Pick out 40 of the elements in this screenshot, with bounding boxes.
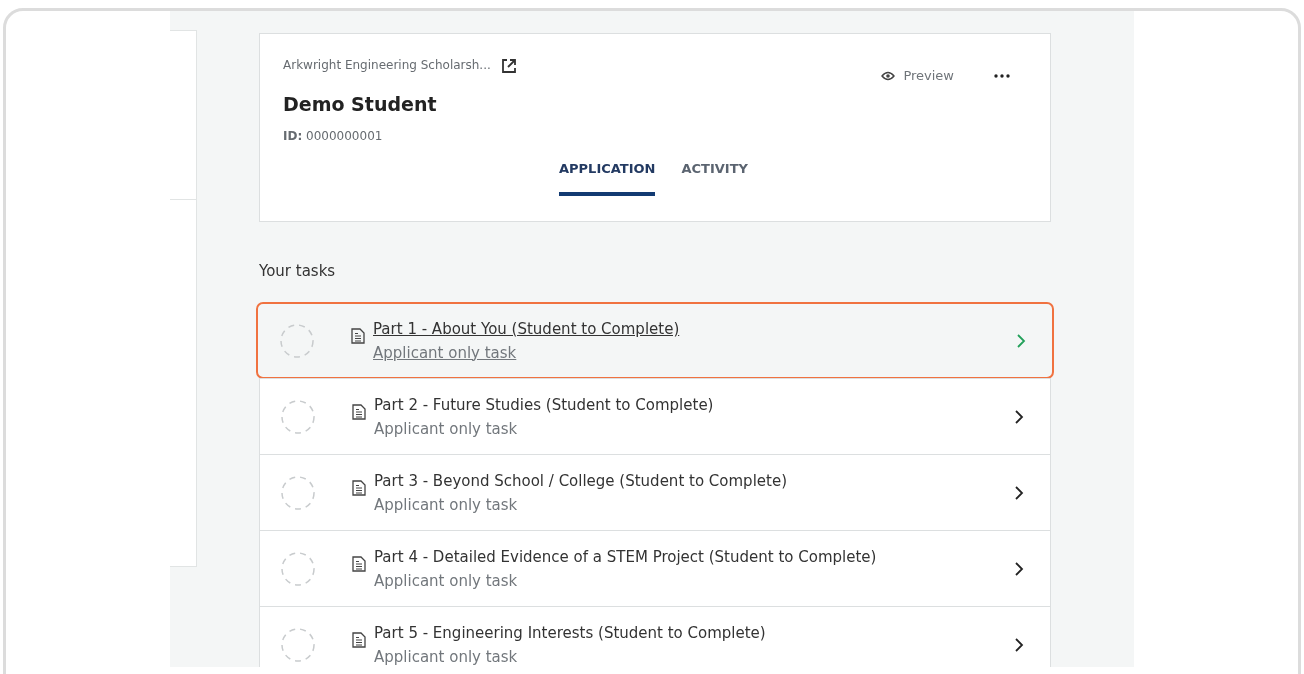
document-icon bbox=[352, 555, 366, 572]
document-icon bbox=[351, 327, 365, 344]
tab[interactable]: ACTIVITY bbox=[681, 161, 748, 196]
task-subtitle: Applicant only task bbox=[374, 495, 519, 514]
section-heading: Your tasks bbox=[259, 262, 337, 280]
document-icon bbox=[352, 403, 366, 420]
task-title[interactable]: Part 5 - Engineering Interests (Student to Complete) bbox=[374, 623, 766, 642]
chevron-right-icon bbox=[1016, 332, 1026, 349]
chevron-right-icon bbox=[1014, 484, 1024, 501]
task-subtitle: Applicant only task bbox=[373, 343, 518, 362]
task-title[interactable]: Part 4 - Detailed Evidence of a STEM Project (Student to Complete) bbox=[374, 547, 877, 566]
program-name: Arkwright Engineering Scholarsh... bbox=[283, 58, 491, 72]
preview-button[interactable]: Preview bbox=[881, 68, 954, 83]
eye-icon bbox=[881, 70, 896, 81]
dashed-circle-icon bbox=[279, 322, 315, 359]
task-row[interactable]: Part 4 - Detailed Evidence of a STEM Project (Student to Complete) Applicant only task bbox=[259, 530, 1051, 607]
task-row[interactable]: Part 5 - Engineering Interests (Student to Complete) Applicant only task bbox=[259, 606, 1051, 667]
task-row[interactable]: Part 2 - Future Studies (Student to Complete) Applicant only task bbox=[259, 378, 1051, 455]
task-title[interactable]: Part 2 - Future Studies (Student to Complete) bbox=[374, 395, 714, 414]
task-title[interactable]: Part 3 - Beyond School / College (Student to Complete) bbox=[374, 471, 787, 490]
task-title[interactable]: Part 1 - About You (Student to Complete) bbox=[373, 319, 680, 338]
task-subtitle: Applicant only task bbox=[374, 647, 519, 666]
task-subtitle: Applicant only task bbox=[374, 571, 519, 590]
document-icon bbox=[352, 479, 366, 496]
applicant-id: ID: 0000000001 bbox=[283, 129, 384, 143]
task-row[interactable]: Part 3 - Beyond School / College (Student to Complete) Applicant only task bbox=[259, 454, 1051, 531]
chevron-right-icon bbox=[1014, 636, 1024, 653]
applicant-name: Demo Student bbox=[283, 93, 438, 115]
dashed-circle-icon bbox=[280, 398, 316, 435]
dashed-circle-icon bbox=[280, 474, 316, 511]
chevron-right-icon bbox=[1014, 408, 1024, 425]
more-options-icon[interactable] bbox=[994, 74, 1010, 78]
chevron-right-icon bbox=[1014, 560, 1024, 577]
tab[interactable]: APPLICATION bbox=[559, 161, 656, 196]
external-link-icon[interactable] bbox=[500, 58, 517, 74]
task-row[interactable]: Part 1 - About You (Student to Complete) Applicant only task bbox=[256, 302, 1054, 379]
dashed-circle-icon bbox=[280, 550, 316, 587]
task-subtitle: Applicant only task bbox=[374, 419, 519, 438]
document-icon bbox=[352, 631, 366, 648]
dashed-circle-icon bbox=[280, 626, 316, 663]
